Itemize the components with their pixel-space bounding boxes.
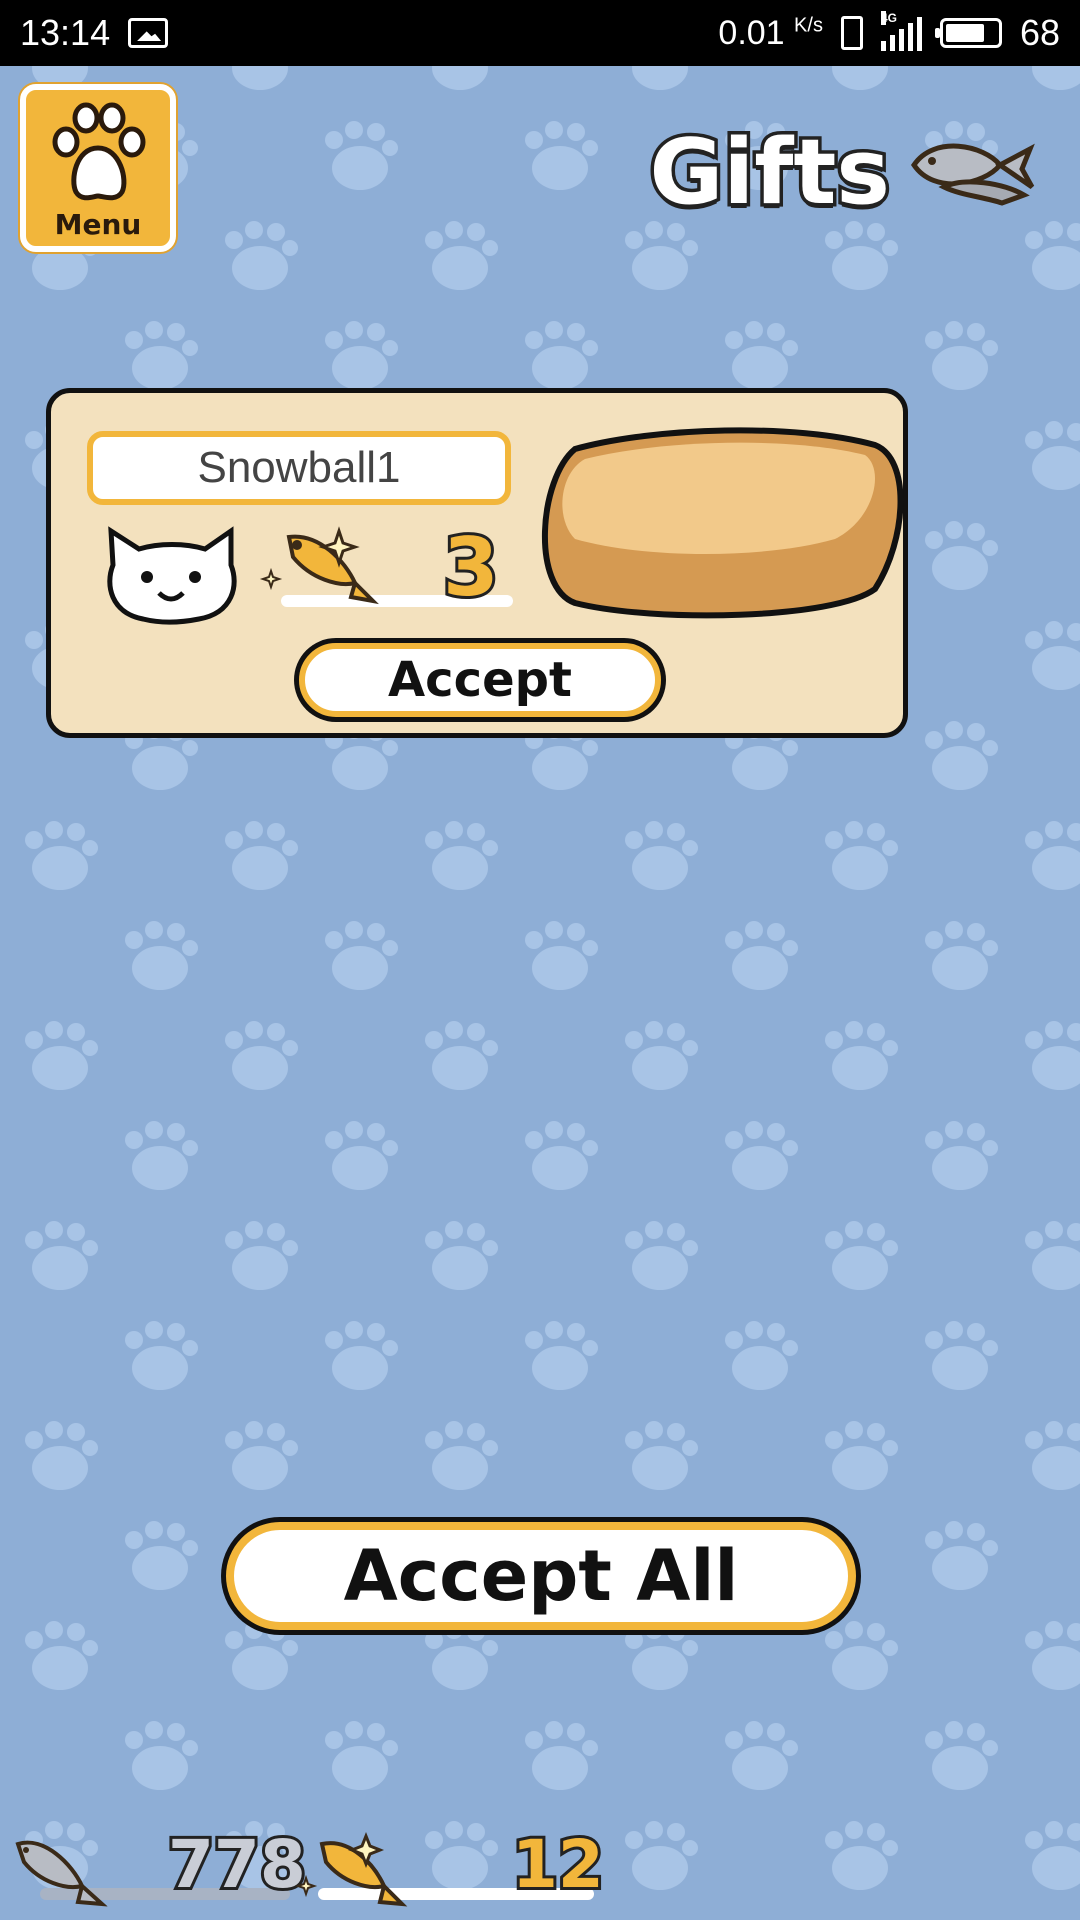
gift-card: Snowball1 3 Accept — [46, 388, 908, 738]
menu-label: Menu — [54, 208, 142, 241]
gold-fish-counter: 12 — [509, 1823, 607, 1906]
paw-icon — [52, 102, 146, 201]
silver-fish-count: 778 — [165, 1823, 309, 1906]
clock: 13:14 — [20, 12, 111, 53]
battery-level: 68 — [1019, 12, 1060, 53]
silver-fish-icon — [15, 1840, 108, 1907]
gold-fish-counter-icon — [296, 1831, 408, 1907]
paw-pattern-background — [0, 0, 1080, 1920]
gold-fish-count: 12 — [509, 1823, 607, 1906]
cat-name-label: Snowball1 — [87, 431, 511, 505]
accept-button[interactable]: Accept — [299, 643, 661, 717]
cat-face-icon — [107, 526, 237, 625]
gift-fish-count: 3 — [440, 518, 502, 617]
dried-fish-icon — [910, 143, 1035, 206]
screenshot-notification-icon — [128, 18, 169, 48]
status-bar: 13:14 0.01 K/s 4G 68 — [0, 0, 1080, 66]
signal-icon: 4G — [880, 11, 922, 51]
gold-fish-icon — [259, 526, 379, 605]
network-type: 4G — [880, 11, 897, 25]
silver-fish-counter: 778 — [165, 1823, 309, 1906]
battery-icon — [934, 18, 1002, 48]
page-header: Gifts — [646, 117, 1040, 229]
page-title: Gifts — [646, 117, 893, 229]
network-speed: 0.01 K/s — [718, 13, 823, 52]
menu-button[interactable]: Menu — [20, 84, 176, 252]
vibrate-icon — [840, 16, 863, 50]
accept-all-button[interactable]: Accept All — [226, 1522, 856, 1630]
cushion-icon — [541, 427, 904, 619]
